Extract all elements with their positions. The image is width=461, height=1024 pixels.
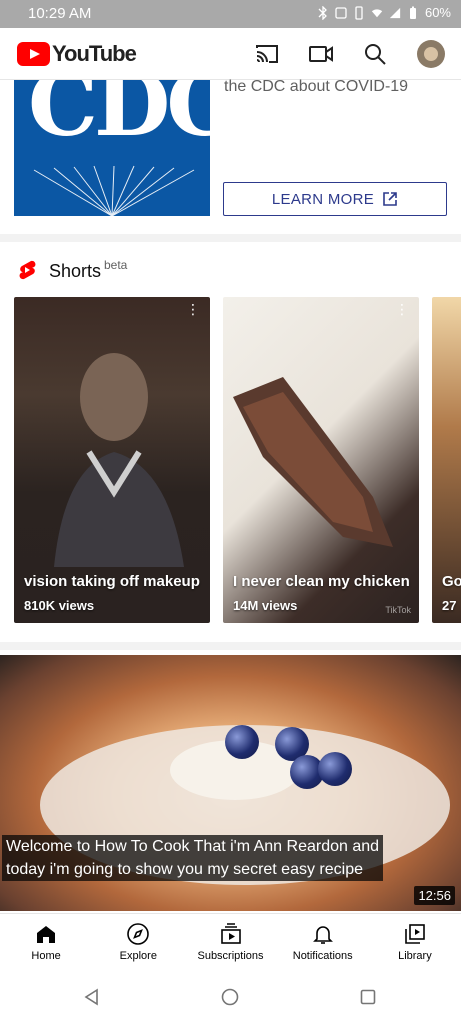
status-bar: 10:29 AM 60% — [0, 0, 461, 28]
app-name: YouTube — [52, 41, 137, 66]
short-card[interactable]: ⋮ I never clean my chicken 14M views Tik… — [223, 297, 419, 623]
thumbnail-berry — [225, 725, 259, 759]
short-card[interactable]: ⋮ vision taking off makeup 810K views — [14, 297, 210, 623]
home-circle-icon[interactable] — [220, 987, 240, 1007]
status-time: 10:29 AM — [28, 5, 92, 22]
short-views: 27 — [442, 598, 457, 613]
recents-icon[interactable] — [358, 987, 378, 1007]
system-nav-bar — [0, 969, 461, 1024]
short-views: 14M views — [233, 598, 298, 613]
create-video-icon[interactable] — [307, 40, 335, 68]
cdc-logo-text: CDC — [28, 80, 210, 156]
short-thumbnail — [233, 377, 393, 547]
short-thumbnail — [54, 353, 184, 567]
cdc-logo: CDC — [14, 80, 210, 216]
short-title: I never clean my chicken — [233, 573, 410, 590]
nav-home[interactable]: Home — [0, 914, 92, 969]
learn-more-button[interactable]: LEARN MORE — [223, 182, 447, 216]
promo-text: the CDC about COVID-19 — [224, 78, 409, 95]
back-icon[interactable] — [82, 987, 102, 1007]
shorts-header: Shorts beta — [0, 246, 461, 296]
nav-explore-label: Explore — [119, 950, 157, 962]
nav-library-label: Library — [398, 950, 432, 962]
youtube-play-icon — [17, 42, 50, 66]
short-views: 810K views — [24, 598, 95, 613]
bell-icon — [312, 926, 333, 944]
shorts-title: Shorts — [49, 261, 102, 281]
battery-icon — [409, 6, 416, 19]
search-icon[interactable] — [361, 40, 389, 68]
app-bar: YouTube — [0, 28, 461, 80]
battery-percent: 60% — [424, 5, 451, 20]
compass-icon — [127, 923, 150, 945]
nav-home-label: Home — [31, 950, 61, 962]
wifi-icon — [371, 8, 383, 17]
nav-notifications[interactable]: Notifications — [277, 914, 369, 969]
covid-info-panel: CDC the CDC about COVID-19 LEARN MORE — [0, 78, 461, 234]
short-more-icon[interactable]: ⋮ — [395, 302, 409, 316]
nav-subscriptions[interactable]: Subscriptions — [184, 914, 276, 969]
tiktok-watermark: TikTok — [385, 605, 411, 615]
account-avatar[interactable] — [417, 40, 445, 68]
bluetooth-icon — [318, 5, 327, 20]
caption-line: today i'm going to show you my secret ea… — [6, 861, 363, 878]
video-caption: Welcome to How To Cook That i'm Ann Rear… — [2, 835, 384, 881]
nfc-icon — [335, 6, 347, 19]
signal-icon — [389, 7, 401, 18]
nav-explore[interactable]: Explore — [92, 914, 184, 969]
external-link-icon — [383, 192, 397, 206]
short-more-icon[interactable]: ⋮ — [186, 302, 200, 316]
nav-library[interactable]: Library — [369, 914, 461, 969]
bottom-nav: Home Explore Subscriptions Notifications… — [0, 913, 461, 969]
youtube-logo[interactable]: YouTube — [17, 41, 137, 67]
shorts-beta-badge: beta — [104, 258, 128, 272]
library-icon — [405, 924, 425, 944]
section-divider — [0, 234, 461, 242]
nav-notifications-label: Notifications — [292, 950, 353, 962]
status-icons: 60% — [317, 5, 451, 20]
section-divider — [0, 642, 461, 650]
caption-line: Welcome to How To Cook That i'm Ann Rear… — [6, 838, 380, 855]
vibrate-icon — [355, 5, 363, 20]
cast-icon[interactable] — [253, 40, 281, 68]
learn-more-label: LEARN MORE — [271, 190, 375, 208]
shorts-icon — [19, 260, 36, 280]
nav-subscriptions-label: Subscriptions — [197, 950, 264, 962]
short-title: vision taking off makeup — [24, 573, 200, 590]
short-title: Go — [442, 573, 461, 590]
subscriptions-icon — [220, 923, 241, 944]
video-duration: 12:56 — [414, 886, 455, 905]
avatar-face — [424, 47, 438, 61]
thumbnail-berry — [318, 752, 352, 786]
home-icon — [37, 926, 56, 943]
video-thumbnail[interactable]: Welcome to How To Cook That i'm Ann Rear… — [0, 655, 461, 911]
short-card[interactable]: Go 27 — [432, 297, 461, 623]
